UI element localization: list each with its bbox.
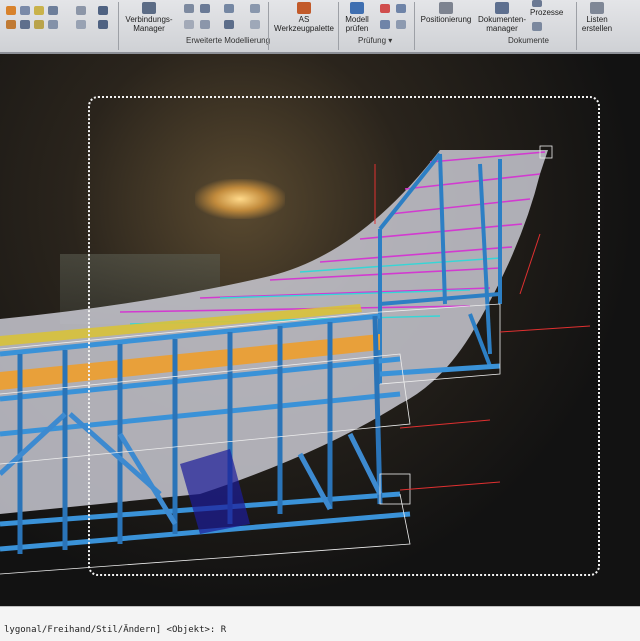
grid-icon[interactable] (76, 6, 86, 15)
tool-icon[interactable] (20, 6, 30, 15)
drawing-canvas[interactable] (0, 54, 640, 606)
ribbon-toolbar: Verbindungs-Manager Erweiterte Modellier… (0, 0, 640, 54)
selection-rectangle (88, 96, 600, 576)
tool-icon[interactable] (48, 20, 58, 29)
verbindungs-manager-label: Verbindungs-Manager (125, 15, 173, 33)
positionierung-button[interactable]: Positionierung (417, 2, 475, 24)
check-model-icon (350, 2, 364, 14)
tool-icon[interactable] (20, 20, 30, 29)
tool-icon[interactable] (224, 20, 234, 29)
tool-icon[interactable] (250, 20, 260, 29)
listen-erstellen-button[interactable]: Listen erstellen (578, 2, 616, 33)
ribbon-separator (338, 2, 339, 50)
ribbon-separator (414, 2, 415, 50)
listen-erstellen-label: Listen erstellen (581, 15, 613, 33)
tool-icon[interactable] (184, 20, 194, 29)
as-werkzeugpalette-button[interactable]: AS Werkzeugpalette (272, 2, 336, 33)
connection-manager-icon (142, 2, 156, 14)
tool-icon[interactable] (34, 20, 44, 29)
tool-icon[interactable] (6, 20, 16, 29)
command-line[interactable]: lygonal/Freihand/Stil/Ändern] <Objekt>: … (0, 606, 640, 641)
verbindungs-manager-button[interactable]: Verbindungs-Manager (122, 2, 176, 33)
tool-icon[interactable] (396, 4, 406, 13)
prozesse-label: Prozesse (530, 8, 564, 17)
tool-icon[interactable] (224, 4, 234, 13)
tool-icon[interactable] (48, 6, 58, 15)
prozesse-button[interactable]: Prozesse (530, 8, 576, 17)
process-icon (532, 0, 542, 7)
command-line-text: lygonal/Freihand/Stil/Ändern] <Objekt>: … (4, 625, 227, 635)
ribbon-separator (118, 2, 119, 50)
group-label-erweiterte-modellierung: Erweiterte Modellierung (186, 36, 271, 45)
grid-icon[interactable] (76, 20, 86, 29)
tool-icon[interactable] (532, 22, 542, 31)
tool-icon[interactable] (380, 4, 390, 13)
modell-pruefen-button[interactable]: Modell prüfen (341, 2, 373, 33)
tool-icon[interactable] (250, 4, 260, 13)
tool-icon[interactable] (6, 6, 16, 15)
as-werkzeugpalette-label: AS Werkzeugpalette (274, 15, 334, 33)
ribbon-separator (576, 2, 577, 50)
tool-icon[interactable] (200, 4, 210, 13)
tool-icon[interactable] (200, 20, 210, 29)
list-icon (590, 2, 604, 14)
document-manager-icon (495, 2, 509, 14)
tool-icon[interactable] (396, 20, 406, 29)
group-label-pruefung[interactable]: Prüfung ▾ (358, 36, 392, 45)
group-label-dokumente: Dokumente (508, 36, 549, 45)
tool-icon[interactable] (380, 20, 390, 29)
dokumente-manager-button[interactable]: Dokumenten-manager (476, 2, 528, 33)
modell-pruefen-label: Modell prüfen (345, 15, 369, 33)
beam-icon[interactable] (98, 20, 108, 29)
positionierung-label: Positionierung (420, 15, 472, 24)
tool-icon[interactable] (34, 6, 44, 15)
tool-palette-icon (297, 2, 311, 14)
dokumente-manager-label: Dokumenten-manager (477, 15, 527, 33)
beam-icon[interactable] (98, 6, 108, 15)
positioning-icon (439, 2, 453, 14)
ribbon-separator (268, 2, 269, 50)
tool-icon[interactable] (184, 4, 194, 13)
